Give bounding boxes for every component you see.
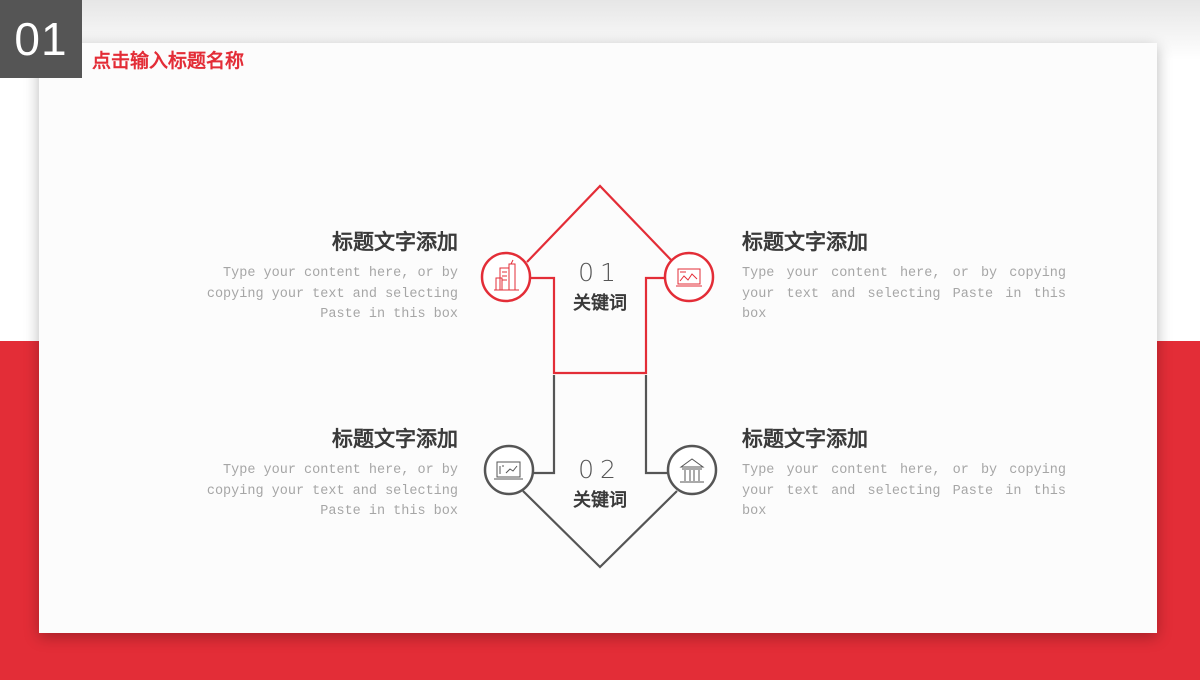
block-title[interactable]: 标题文字添加 — [168, 226, 458, 256]
text-block-top-left: 标题文字添加 Type your content here, or by cop… — [168, 226, 458, 326]
arrow-02-label: 02 关键词 — [550, 455, 650, 512]
block-body[interactable]: Type your content here, or by copying yo… — [742, 461, 1066, 523]
block-body[interactable]: Type your content here, or by copying yo… — [168, 264, 458, 326]
circle-top-left[interactable] — [480, 251, 532, 303]
circle-bottom-right[interactable] — [666, 444, 718, 496]
arrow-diagram — [480, 184, 718, 569]
arrow-01-keyword[interactable]: 关键词 — [550, 289, 650, 315]
text-block-bottom-right: 标题文字添加 Type your content here, or by cop… — [742, 423, 1066, 523]
text-block-bottom-left: 标题文字添加 Type your content here, or by cop… — [168, 423, 458, 523]
arrow-01-number: 01 — [578, 258, 622, 287]
block-title[interactable]: 标题文字添加 — [742, 226, 1066, 256]
circle-bottom-left[interactable] — [483, 444, 535, 496]
arrow-01-label: 01 关键词 — [550, 258, 650, 315]
arrow-02-number: 02 — [578, 455, 622, 484]
up-arrow-head — [526, 184, 674, 263]
text-block-top-right: 标题文字添加 Type your content here, or by cop… — [742, 226, 1066, 326]
block-body[interactable]: Type your content here, or by copying yo… — [742, 264, 1066, 326]
section-number-badge: 01 — [0, 0, 82, 78]
arrow-02-keyword[interactable]: 关键词 — [550, 486, 650, 512]
block-title[interactable]: 标题文字添加 — [742, 423, 1066, 453]
circle-top-right[interactable] — [663, 251, 715, 303]
slide-title[interactable]: 点击输入标题名称 — [92, 46, 244, 73]
block-body[interactable]: Type your content here, or by copying yo… — [168, 461, 458, 523]
block-title[interactable]: 标题文字添加 — [168, 423, 458, 453]
